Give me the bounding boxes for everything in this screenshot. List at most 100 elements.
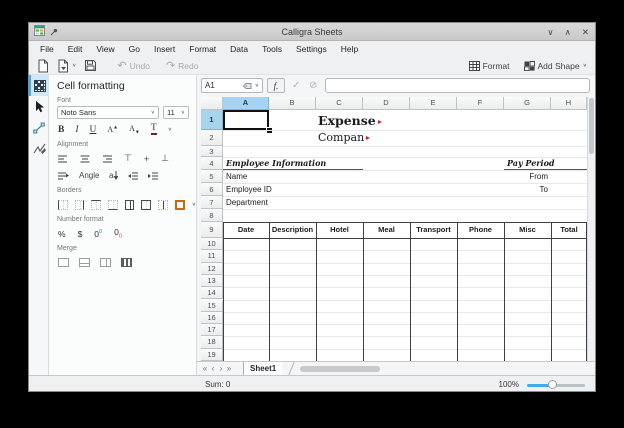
row-header-1[interactable]: 1 bbox=[201, 110, 223, 130]
border-chevron-icon[interactable]: ∨ bbox=[192, 202, 196, 208]
indent-increase-icon[interactable] bbox=[148, 167, 158, 185]
vertical-text-icon[interactable]: a bbox=[109, 167, 118, 185]
align-center-icon[interactable] bbox=[80, 150, 90, 168]
column-header-H[interactable]: H bbox=[551, 97, 587, 110]
maximize-icon[interactable]: ∧ bbox=[565, 23, 571, 41]
freehand-path-tool-button[interactable] bbox=[29, 138, 49, 159]
menu-item-edit[interactable]: Edit bbox=[61, 41, 90, 57]
border-left-icon[interactable] bbox=[58, 200, 68, 210]
border-right-icon[interactable] bbox=[75, 200, 85, 210]
row-header-13[interactable]: 13 bbox=[201, 275, 223, 287]
selected-cell-a1[interactable] bbox=[223, 110, 269, 130]
menu-item-view[interactable]: View bbox=[89, 41, 121, 57]
border-vertical-icon[interactable] bbox=[158, 200, 168, 210]
column-header-G[interactable]: G bbox=[504, 97, 551, 110]
merge-vertical-icon[interactable] bbox=[100, 258, 111, 267]
cell-row9-transport[interactable]: Transport bbox=[410, 222, 457, 238]
font-family-select[interactable]: Noto Sans ∨ bbox=[57, 106, 159, 119]
angle-button[interactable]: Angle bbox=[79, 171, 99, 180]
row-header-3[interactable]: 3 bbox=[201, 146, 223, 157]
previous-sheet-icon[interactable]: ‹ bbox=[209, 362, 217, 375]
minimize-icon[interactable]: ∨ bbox=[547, 23, 553, 41]
cell-row9-misc[interactable]: Misc bbox=[504, 222, 551, 238]
row-header-17[interactable]: 17 bbox=[201, 324, 223, 336]
decrease-precision-icon[interactable]: 00 bbox=[114, 227, 122, 240]
last-sheet-icon[interactable]: » bbox=[225, 362, 233, 375]
text-color-chevron-icon[interactable]: ∨ bbox=[168, 127, 172, 133]
connector-tool-button[interactable] bbox=[29, 117, 49, 138]
spreadsheet-grid[interactable]: Expense Compan Employee Information Pay … bbox=[201, 97, 587, 361]
border-outline-icon[interactable] bbox=[141, 200, 151, 210]
row-header-4[interactable]: 4 bbox=[201, 157, 223, 170]
pin-icon[interactable] bbox=[50, 23, 58, 41]
cancel-formula-icon[interactable]: ⊘ bbox=[309, 78, 317, 93]
italic-button[interactable]: I bbox=[75, 125, 78, 135]
zoom-slider[interactable] bbox=[527, 380, 585, 390]
cell-c1[interactable]: Expense bbox=[318, 110, 382, 130]
font-size-select[interactable]: 11 ∨ bbox=[163, 106, 189, 119]
row-header-10[interactable]: 10 bbox=[201, 238, 223, 250]
row-header-18[interactable]: 18 bbox=[201, 336, 223, 348]
close-icon[interactable]: ✕ bbox=[582, 23, 589, 41]
open-document-button[interactable]: ∨ bbox=[57, 59, 76, 73]
indent-decrease-icon[interactable] bbox=[128, 167, 138, 185]
titlebar[interactable]: Calligra Sheets ∨ ∧ ✕ bbox=[29, 23, 595, 41]
column-header-F[interactable]: F bbox=[457, 97, 504, 110]
row-header-15[interactable]: 15 bbox=[201, 300, 223, 312]
row-header-7[interactable]: 7 bbox=[201, 196, 223, 209]
cell-row9-meal[interactable]: Meal bbox=[363, 222, 410, 238]
increase-precision-icon[interactable]: 00 bbox=[94, 229, 102, 239]
menu-item-go[interactable]: Go bbox=[122, 41, 147, 57]
row-header-11[interactable]: 11 bbox=[201, 250, 223, 262]
row-header-14[interactable]: 14 bbox=[201, 287, 223, 299]
align-top-icon[interactable]: ⊤ bbox=[124, 153, 132, 164]
shape-selection-tool-button[interactable] bbox=[29, 96, 49, 117]
next-sheet-icon[interactable]: › bbox=[217, 362, 225, 375]
cell-row9-date[interactable]: Date bbox=[223, 222, 269, 238]
undo-button[interactable]: ↶ Undo bbox=[117, 61, 150, 71]
zoom-slider-knob[interactable] bbox=[548, 380, 557, 389]
align-bottom-icon[interactable]: ⊥ bbox=[161, 153, 169, 164]
menu-item-help[interactable]: Help bbox=[334, 41, 365, 57]
cell-tool-button[interactable] bbox=[29, 75, 49, 96]
column-header-A[interactable]: A bbox=[223, 97, 269, 110]
row-header-6[interactable]: 6 bbox=[201, 183, 223, 196]
underline-button[interactable]: U bbox=[90, 125, 97, 135]
save-button[interactable] bbox=[84, 59, 97, 72]
row-header-12[interactable]: 12 bbox=[201, 263, 223, 275]
redo-button[interactable]: ↷ Redo bbox=[166, 61, 199, 71]
percent-format-icon[interactable]: % bbox=[58, 229, 66, 239]
menu-item-tools[interactable]: Tools bbox=[255, 41, 289, 57]
horizontal-scrollbar[interactable] bbox=[300, 366, 380, 372]
vertical-scrollbar-thumb[interactable] bbox=[589, 98, 594, 154]
row-header-2[interactable]: 2 bbox=[201, 130, 223, 146]
row-header-16[interactable]: 16 bbox=[201, 312, 223, 324]
currency-format-icon[interactable]: $ bbox=[78, 229, 83, 239]
vertical-scrollbar[interactable] bbox=[587, 97, 594, 361]
sheet-tab[interactable]: Sheet1 bbox=[243, 362, 282, 375]
cell-g5[interactable]: From bbox=[504, 170, 548, 183]
column-header-B[interactable]: B bbox=[269, 97, 316, 110]
menu-item-data[interactable]: Data bbox=[223, 41, 255, 57]
border-bottom-icon[interactable] bbox=[108, 200, 118, 210]
cell-row9-total[interactable]: Total bbox=[551, 222, 587, 238]
function-button[interactable]: f. bbox=[267, 78, 285, 93]
column-header-D[interactable]: D bbox=[363, 97, 410, 110]
row-header-9[interactable]: 9 bbox=[201, 222, 223, 238]
row-header-8[interactable]: 8 bbox=[201, 209, 223, 222]
cell-reference-box[interactable]: A1 ∨ bbox=[201, 78, 263, 93]
cell-c2[interactable]: Compan bbox=[318, 130, 370, 146]
text-color-button[interactable]: T bbox=[151, 124, 157, 135]
row-header-5[interactable]: 5 bbox=[201, 170, 223, 183]
border-top-icon[interactable] bbox=[91, 200, 101, 210]
menu-item-format[interactable]: Format bbox=[182, 41, 223, 57]
column-header-C[interactable]: C bbox=[316, 97, 363, 110]
format-button[interactable]: Format bbox=[469, 61, 510, 71]
grid-corner[interactable] bbox=[201, 97, 223, 110]
merge-horizontal-icon[interactable] bbox=[79, 258, 90, 267]
add-shape-button[interactable]: Add Shape ∨ bbox=[524, 61, 587, 71]
subscript-button[interactable]: A▼ bbox=[129, 124, 140, 136]
border-color-swatch[interactable] bbox=[175, 200, 185, 210]
cell-row9-phone[interactable]: Phone bbox=[457, 222, 504, 238]
cell-a7[interactable]: Department bbox=[226, 196, 268, 209]
